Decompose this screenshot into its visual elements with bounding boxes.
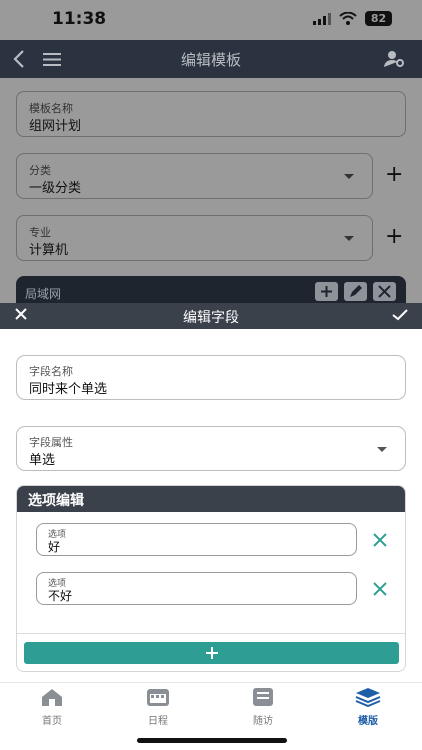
remove-option-icon[interactable] xyxy=(372,532,388,548)
add-major-icon: + xyxy=(385,224,404,249)
battery-icon: 82 xyxy=(365,11,392,26)
template-name-field: 模板名称 组网计划 xyxy=(16,91,406,137)
field-attr-label: 字段属性 xyxy=(29,436,73,449)
sheet-title: 编辑字段 xyxy=(183,310,239,326)
wifi-icon xyxy=(339,12,357,25)
add-option-button[interactable] xyxy=(24,642,399,664)
edit-icon xyxy=(344,282,367,301)
page-title: 编辑模板 xyxy=(180,51,241,69)
layers-icon xyxy=(355,688,381,708)
tab-calendar-label: 日程 xyxy=(148,716,168,727)
calendar-icon xyxy=(147,689,169,706)
tab-templates-label: 模版 xyxy=(358,716,378,727)
followup-icon xyxy=(253,688,273,706)
template-name-label: 模板名称 xyxy=(29,102,73,115)
chevron-down-icon xyxy=(377,447,387,452)
remove-option-icon[interactable] xyxy=(372,581,388,597)
dropdown-icon xyxy=(344,236,354,241)
status-time: 11:38 xyxy=(52,9,107,29)
options-header: 选项编辑 xyxy=(17,486,405,512)
lan-item-label: 局域网 xyxy=(25,287,62,301)
plus-icon xyxy=(206,647,218,659)
tab-home-label: 首页 xyxy=(42,716,62,727)
category-select: 分类 一级分类 xyxy=(16,153,373,199)
field-name-input[interactable]: 字段名称 同时来个单选 xyxy=(16,355,406,400)
home-indicator xyxy=(137,738,287,743)
confirm-icon[interactable] xyxy=(392,308,408,321)
tab-templates[interactable]: 模版 xyxy=(338,687,398,727)
category-label: 分类 xyxy=(29,164,51,177)
lan-item-actions xyxy=(315,282,396,301)
add-category-icon: + xyxy=(385,162,404,187)
option-value: 好 xyxy=(48,540,61,554)
major-value: 计算机 xyxy=(29,243,69,258)
status-bar: 11:38 82 xyxy=(0,0,422,40)
field-attr-select[interactable]: 字段属性 单选 xyxy=(16,426,406,471)
major-label: 专业 xyxy=(29,226,51,239)
divider xyxy=(17,633,405,634)
home-icon xyxy=(42,689,62,706)
option-value: 不好 xyxy=(48,589,73,603)
add-icon xyxy=(315,282,338,301)
tab-home[interactable]: 首页 xyxy=(22,687,82,727)
options-editor: 选项编辑 选项 好 选项 不好 xyxy=(16,485,406,672)
field-name-value: 同时来个单选 xyxy=(29,382,108,397)
status-icons: 82 xyxy=(313,11,392,26)
option-input[interactable]: 选项 好 xyxy=(36,523,357,556)
tab-calendar[interactable]: 日程 xyxy=(128,687,188,727)
delete-icon xyxy=(373,282,396,301)
nav-bar: 编辑模板 xyxy=(0,40,422,78)
field-name-label: 字段名称 xyxy=(29,365,73,378)
major-select: 专业 计算机 xyxy=(16,215,373,261)
category-value: 一级分类 xyxy=(29,181,82,196)
option-input[interactable]: 选项 不好 xyxy=(36,572,357,605)
sheet-header: 编辑字段 xyxy=(0,303,422,329)
user-settings-icon[interactable] xyxy=(384,50,406,68)
tab-followup[interactable]: 随访 xyxy=(233,687,293,727)
template-name-value: 组网计划 xyxy=(29,119,82,134)
dropdown-icon xyxy=(344,174,354,179)
signal-icon xyxy=(313,12,331,25)
field-attr-value: 单选 xyxy=(29,453,56,468)
tab-followup-label: 随访 xyxy=(253,716,273,727)
